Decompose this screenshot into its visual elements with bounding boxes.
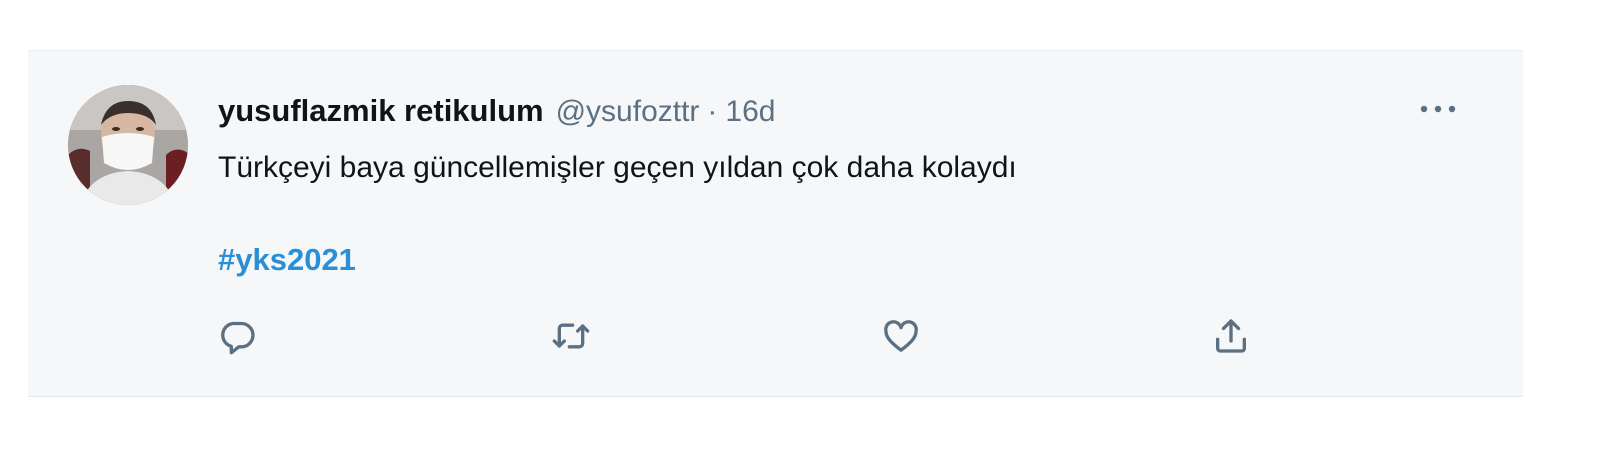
heart-icon — [884, 320, 918, 352]
tweet-text: Türkçeyi baya güncellemişler geçen yılda… — [218, 151, 1017, 184]
display-name[interactable]: yusuflazmik retikulum — [218, 93, 544, 129]
more-dots-icon — [1420, 105, 1456, 113]
share-icon — [1216, 319, 1246, 353]
hashtag-link[interactable]: #yks2021 — [218, 242, 356, 278]
avatar[interactable] — [68, 85, 188, 205]
more-options-button[interactable] — [1413, 89, 1463, 129]
like-button[interactable] — [878, 313, 924, 359]
tweet-timestamp[interactable]: 16d — [725, 95, 775, 129]
separator-dot: · — [707, 95, 718, 128]
retweet-button[interactable] — [548, 313, 594, 359]
share-button[interactable] — [1208, 313, 1254, 359]
avatar-image — [68, 85, 188, 205]
reply-icon — [221, 321, 255, 355]
tweet-header: yusuflazmik retikulum @ysufozttr · 16d — [218, 93, 775, 129]
retweet-icon — [552, 323, 590, 349]
reply-button[interactable] — [215, 313, 261, 359]
tweet-card[interactable]: yusuflazmik retikulum @ysufozttr · 16d T… — [28, 50, 1523, 397]
user-handle[interactable]: @ysufozttr — [556, 95, 700, 129]
